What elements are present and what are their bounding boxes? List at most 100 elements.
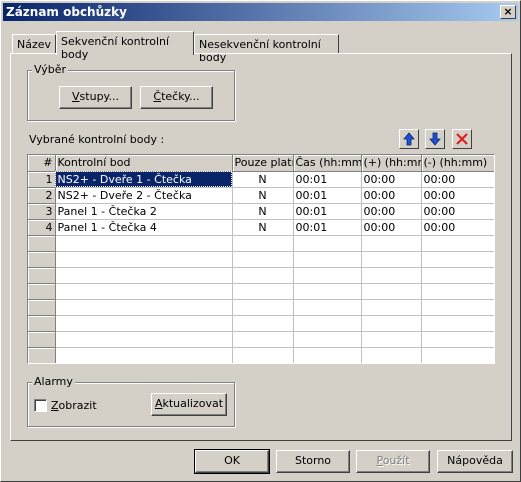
- alarmy-group-label: Alarmy: [32, 375, 75, 388]
- selected-points-label: Vybrané kontrolní body :: [29, 133, 165, 146]
- empty-cell: [55, 283, 233, 300]
- empty-cell: [361, 299, 422, 316]
- control-point-cell[interactable]: NS2+ - Dveře 1 - Čtečka: [55, 171, 233, 188]
- table-row[interactable]: 2 NS2+ - Dveře 2 - Čtečka N 00:01 00:00 …: [28, 187, 494, 204]
- empty-table-row: [28, 331, 494, 348]
- plus-cell[interactable]: 00:00: [361, 171, 422, 188]
- move-down-button[interactable]: [425, 129, 445, 149]
- empty-cell: [361, 283, 422, 300]
- minus-cell[interactable]: 00:00: [421, 171, 494, 188]
- table-row[interactable]: 3 Panel 1 - Čtečka 2 N 00:01 00:00 00:00: [28, 203, 494, 220]
- minus-cell[interactable]: 00:00: [421, 219, 494, 236]
- empty-cell: [293, 235, 362, 252]
- minus-cell[interactable]: 00:00: [421, 187, 494, 204]
- empty-cell: [361, 235, 422, 252]
- empty-cell: [361, 315, 422, 332]
- tab-nazev-label: Název: [17, 38, 52, 51]
- tab-nesekvencni[interactable]: Nesekvenční kontrolní body: [194, 34, 339, 64]
- delete-button[interactable]: [452, 129, 472, 149]
- empty-cell: [293, 347, 362, 363]
- plus-cell[interactable]: 00:00: [361, 203, 422, 220]
- ctecky-button[interactable]: Čtečky...: [140, 86, 213, 109]
- empty-table-row: [28, 299, 494, 316]
- arrow-up-icon: [403, 132, 415, 146]
- close-button[interactable]: ×: [500, 5, 516, 19]
- control-points-grid[interactable]: # Kontrolní bod Pouze platné Čas (hh:mm)…: [27, 154, 495, 364]
- control-point-cell[interactable]: Panel 1 - Čtečka 2: [55, 203, 233, 220]
- empty-cell: [421, 331, 494, 348]
- arrow-down-icon: [429, 132, 441, 146]
- empty-cell: [28, 251, 56, 268]
- tab-sekvencni[interactable]: Sekvenční kontrolní body: [56, 31, 194, 61]
- empty-cell: [293, 331, 362, 348]
- empty-table-row: [28, 235, 494, 252]
- empty-cell: [28, 347, 56, 363]
- time-cell[interactable]: 00:01: [293, 219, 362, 236]
- empty-cell: [421, 283, 494, 300]
- empty-table-row: [28, 251, 494, 268]
- row-number: 4: [28, 219, 56, 236]
- only-valid-cell[interactable]: N: [232, 203, 294, 220]
- dialog-window: Záznam obchůzky × Název Sekvenční kontro…: [0, 0, 521, 482]
- zobrazit-checkbox[interactable]: [34, 399, 47, 412]
- minus-cell[interactable]: 00:00: [421, 203, 494, 220]
- time-cell[interactable]: 00:01: [293, 171, 362, 188]
- empty-cell: [421, 299, 494, 316]
- empty-cell: [55, 235, 233, 252]
- empty-cell: [232, 299, 294, 316]
- empty-cell: [28, 235, 56, 252]
- control-point-cell[interactable]: NS2+ - Dveře 2 - Čtečka: [55, 187, 233, 204]
- move-up-button[interactable]: [399, 129, 419, 149]
- empty-cell: [293, 251, 362, 268]
- column-header-plus[interactable]: (+) (hh:mm): [361, 155, 422, 172]
- column-header-control-point[interactable]: Kontrolní bod: [55, 155, 233, 172]
- ok-button[interactable]: OK: [194, 449, 270, 474]
- napoveda-button[interactable]: Nápověda: [437, 450, 513, 473]
- table-row[interactable]: 4 Panel 1 - Čtečka 4 N 00:01 00:00 00:00: [28, 219, 494, 236]
- empty-cell: [293, 315, 362, 332]
- empty-cell: [55, 299, 233, 316]
- window-title: Záznam obchůzky: [6, 5, 127, 19]
- vstupy-button[interactable]: Vstupy...: [59, 86, 132, 109]
- title-bar[interactable]: Záznam obchůzky ×: [3, 3, 518, 21]
- column-header-number[interactable]: #: [28, 155, 56, 172]
- time-cell[interactable]: 00:01: [293, 187, 362, 204]
- empty-cell: [28, 331, 56, 348]
- control-point-cell[interactable]: Panel 1 - Čtečka 4: [55, 219, 233, 236]
- empty-cell: [55, 331, 233, 348]
- empty-table-row: [28, 267, 494, 284]
- tab-nazev[interactable]: Název: [12, 34, 56, 54]
- delete-x-icon: [456, 133, 468, 145]
- close-icon: ×: [503, 5, 513, 18]
- row-number: 1: [28, 171, 56, 188]
- empty-cell: [55, 347, 233, 363]
- aktualizovat-button[interactable]: Aktualizovat: [151, 393, 227, 416]
- empty-cell: [232, 283, 294, 300]
- empty-cell: [361, 331, 422, 348]
- vyber-group-label: Výběr: [32, 63, 69, 76]
- plus-cell[interactable]: 00:00: [361, 219, 422, 236]
- column-header-time[interactable]: Čas (hh:mm): [293, 155, 362, 172]
- zobrazit-label[interactable]: Zobrazit: [51, 399, 97, 412]
- table-row[interactable]: 1 NS2+ - Dveře 1 - Čtečka N 00:01 00:00 …: [28, 171, 494, 188]
- empty-cell: [293, 283, 362, 300]
- column-header-only-valid[interactable]: Pouze platné: [232, 155, 294, 172]
- empty-cell: [421, 347, 494, 363]
- plus-cell[interactable]: 00:00: [361, 187, 422, 204]
- empty-cell: [55, 251, 233, 268]
- storno-button[interactable]: Storno: [276, 450, 350, 473]
- empty-cell: [28, 283, 56, 300]
- column-header-minus[interactable]: (-) (hh:mm): [421, 155, 494, 172]
- only-valid-cell[interactable]: N: [232, 171, 294, 188]
- time-cell[interactable]: 00:01: [293, 203, 362, 220]
- empty-cell: [421, 251, 494, 268]
- empty-cell: [55, 315, 233, 332]
- only-valid-cell[interactable]: N: [232, 219, 294, 236]
- empty-cell: [28, 267, 56, 284]
- grid-header-row: # Kontrolní bod Pouze platné Čas (hh:mm)…: [28, 155, 494, 172]
- empty-table-row: [28, 283, 494, 300]
- empty-cell: [421, 235, 494, 252]
- empty-cell: [232, 347, 294, 363]
- only-valid-cell[interactable]: N: [232, 187, 294, 204]
- pouzit-button[interactable]: Použít: [356, 450, 430, 473]
